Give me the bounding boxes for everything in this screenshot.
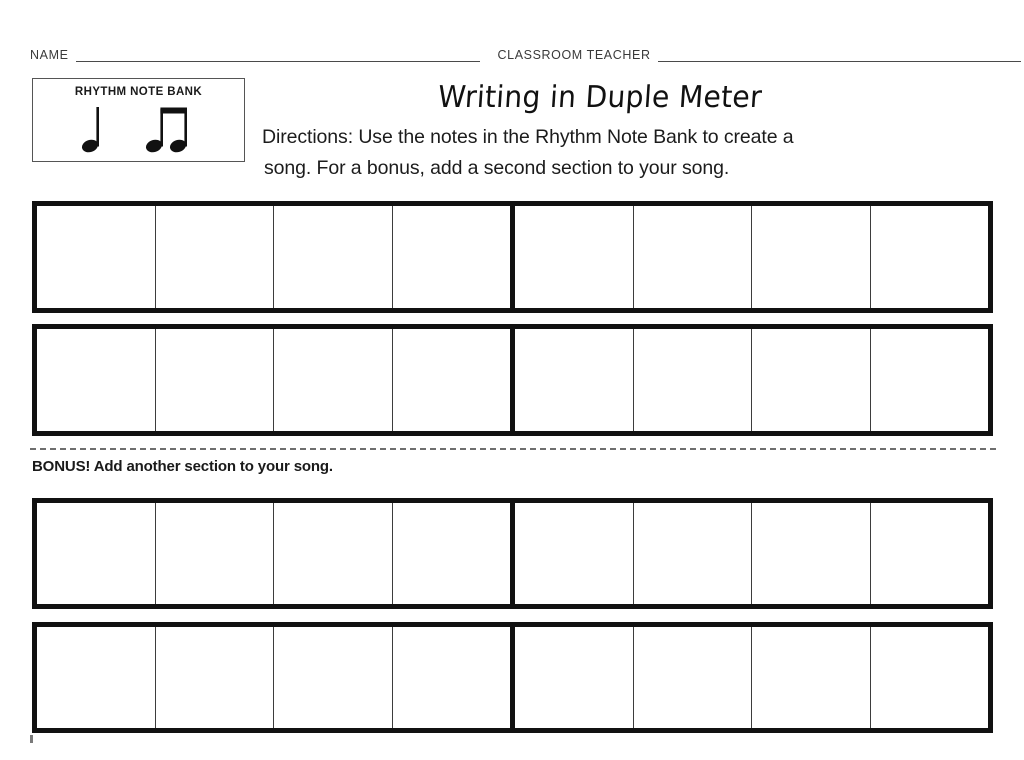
staff-row-1 [32,201,993,313]
staff-row-4-half-right [510,627,988,728]
directions-block: Directions: Use the notes in the Rhythm … [262,122,952,184]
measure-cell[interactable] [37,206,156,308]
name-write-line[interactable] [75,48,480,62]
measure-cell[interactable] [274,503,393,604]
measure-cell[interactable] [37,329,156,431]
corner-tick-mark [30,735,33,743]
classroom-teacher-label: CLASSROOM TEACHER [497,47,651,62]
measure-cell[interactable] [156,329,274,431]
measure-cell[interactable] [393,627,511,728]
measure-cell[interactable] [393,206,511,308]
beamed-eighth-notes-icon [145,105,195,160]
measure-cell[interactable] [515,329,634,431]
staff-row-4 [32,622,993,733]
measure-cell[interactable] [752,206,871,308]
measure-cell[interactable] [393,329,511,431]
measure-cell[interactable] [634,627,752,728]
staff-row-2-half-left [37,329,510,431]
measure-cell[interactable] [156,503,274,604]
staff-row-3 [32,498,993,609]
bonus-instruction-text: BONUS! Add another section to your song. [32,458,333,475]
name-field-group: NAME [30,42,480,62]
staff-row-3-half-left [37,503,510,604]
measure-cell[interactable] [274,329,393,431]
measure-cell[interactable] [634,503,752,604]
quarter-note-icon [81,105,107,160]
measure-cell[interactable] [634,329,752,431]
staff-row-4-half-left [37,627,510,728]
measure-cell[interactable] [515,503,634,604]
staff-row-3-half-right [510,503,988,604]
rhythm-note-bank-glyphs [33,105,244,157]
rhythm-note-bank: RHYTHM NOTE BANK [32,78,245,162]
staff-row-1-half-right [510,206,988,308]
measure-cell[interactable] [274,627,393,728]
name-label: NAME [30,47,69,62]
measure-cell[interactable] [752,627,871,728]
bonus-divider [30,448,996,450]
page-title: Writing in Duple Meter [436,80,764,115]
staff-row-2-half-right [510,329,988,431]
staff-row-2 [32,324,993,436]
rhythm-note-bank-title: RHYTHM NOTE BANK [74,86,203,98]
measure-cell[interactable] [156,206,274,308]
directions-line-1: Directions: Use the notes in the Rhythm … [262,126,794,148]
staff-row-1-half-left [37,206,510,308]
measure-cell[interactable] [274,206,393,308]
measure-cell[interactable] [871,206,989,308]
measure-cell[interactable] [37,627,156,728]
directions-line-2: song. For a bonus, add a second section … [264,157,730,179]
measure-cell[interactable] [37,503,156,604]
measure-cell[interactable] [515,627,634,728]
header: NAME CLASSROOM TEACHER [30,40,1021,62]
measure-cell[interactable] [871,627,989,728]
teacher-field-group: CLASSROOM TEACHER [498,42,1021,62]
measure-cell[interactable] [871,329,989,431]
measure-cell[interactable] [871,503,989,604]
classroom-teacher-write-line[interactable] [657,48,1021,62]
measure-cell[interactable] [393,503,511,604]
measure-cell[interactable] [752,503,871,604]
measure-cell[interactable] [515,206,634,308]
measure-cell[interactable] [752,329,871,431]
worksheet-page: NAME CLASSROOM TEACHER RHYTHM NOTE BANK [0,0,1024,760]
measure-cell[interactable] [156,627,274,728]
measure-cell[interactable] [634,206,752,308]
